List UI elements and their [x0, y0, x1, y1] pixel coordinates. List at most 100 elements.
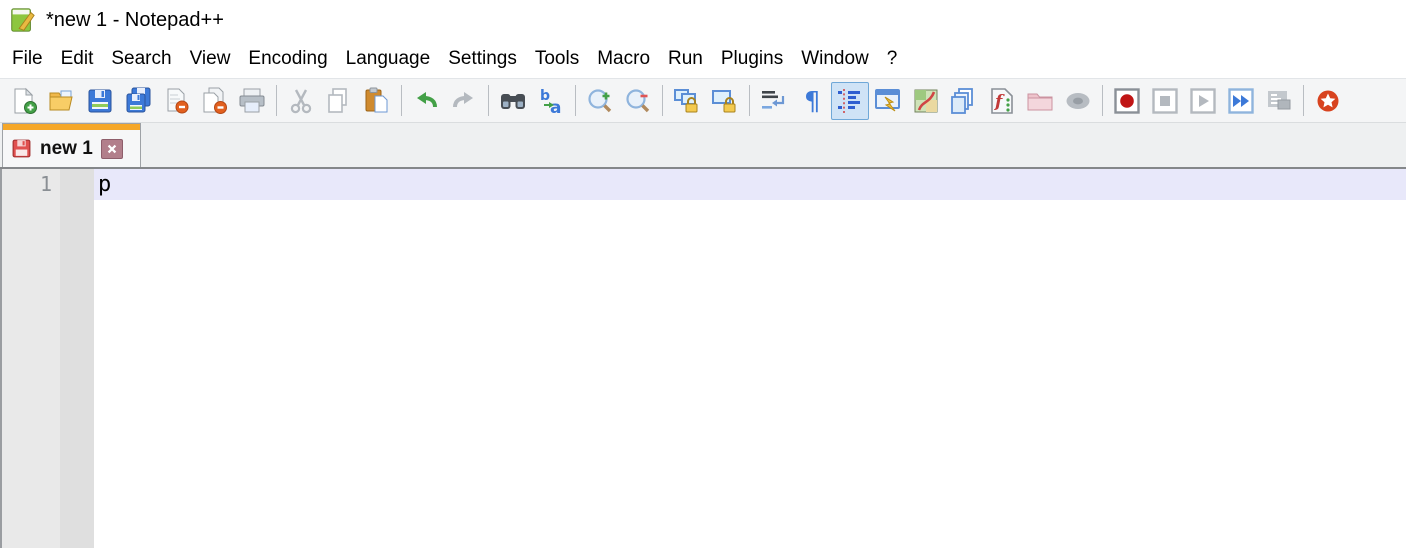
open-file-icon — [47, 86, 77, 116]
menu-bar: File Edit Search View Encoding Language … — [0, 40, 1406, 78]
document-list-button[interactable] — [945, 82, 983, 120]
menu-encoding[interactable]: Encoding — [239, 45, 336, 73]
find-icon — [498, 86, 528, 116]
menu-help[interactable]: ? — [878, 45, 907, 73]
paste-icon — [362, 86, 392, 116]
save-all-icon — [123, 86, 153, 116]
menu-edit[interactable]: Edit — [52, 45, 103, 73]
bookmark-fold-margin — [60, 169, 94, 548]
paste-button[interactable] — [358, 82, 396, 120]
toolbar-separator — [575, 85, 576, 116]
notepad-plus-plus-logo-icon — [8, 6, 36, 34]
new-file-icon — [9, 86, 39, 116]
unsaved-floppy-icon — [11, 138, 32, 159]
close-all-button[interactable] — [195, 82, 233, 120]
macro-run-multiple-button[interactable] — [1222, 82, 1260, 120]
sync-vertical-scroll-button[interactable] — [668, 82, 706, 120]
replace-button[interactable]: b a — [532, 82, 570, 120]
toolbar-separator — [749, 85, 750, 116]
replace-icon: b a — [536, 86, 566, 116]
zoom-in-button[interactable] — [581, 82, 619, 120]
menu-settings[interactable]: Settings — [439, 45, 526, 73]
menu-view[interactable]: View — [181, 45, 240, 73]
sync-vertical-scroll-icon — [672, 86, 702, 116]
toolbar: b a — [0, 78, 1406, 122]
toolbar-separator — [488, 85, 489, 116]
svg-text:b: b — [540, 88, 550, 104]
define-language-icon — [873, 86, 903, 116]
save-all-button[interactable] — [119, 82, 157, 120]
redo-button[interactable] — [445, 82, 483, 120]
line-number-margin: 1 — [2, 169, 60, 548]
close-file-icon — [161, 86, 191, 116]
svg-text:¶: ¶ — [804, 87, 821, 116]
document-map-button[interactable] — [907, 82, 945, 120]
menu-window[interactable]: Window — [792, 45, 878, 73]
current-line[interactable]: p — [94, 169, 1406, 200]
sync-horizontal-scroll-button[interactable] — [706, 82, 744, 120]
macro-record-button[interactable] — [1108, 82, 1146, 120]
menu-macro[interactable]: Macro — [588, 45, 659, 73]
plugin-star-icon — [1313, 86, 1343, 116]
window-title: *new 1 - Notepad++ — [46, 9, 224, 32]
editor-pane: 1 p — [0, 169, 1406, 548]
save-button[interactable] — [81, 82, 119, 120]
redo-icon — [449, 86, 479, 116]
monitoring-button[interactable] — [1059, 82, 1097, 120]
document-list-icon — [949, 86, 979, 116]
close-icon — [106, 143, 118, 155]
tab-close-button[interactable] — [101, 139, 123, 159]
folder-as-workspace-icon — [1025, 86, 1055, 116]
zoom-out-button[interactable] — [619, 82, 657, 120]
toolbar-separator — [276, 85, 277, 116]
new-file-button[interactable] — [5, 82, 43, 120]
toolbar-separator — [401, 85, 402, 116]
macro-play-button[interactable] — [1184, 82, 1222, 120]
find-button[interactable] — [494, 82, 532, 120]
menu-plugins[interactable]: Plugins — [712, 45, 792, 73]
toolbar-separator — [662, 85, 663, 116]
function-list-button[interactable]: f — [983, 82, 1021, 120]
menu-run[interactable]: Run — [659, 45, 712, 73]
zoom-in-icon — [585, 86, 615, 116]
open-file-button[interactable] — [43, 82, 81, 120]
cut-icon — [286, 86, 316, 116]
undo-button[interactable] — [407, 82, 445, 120]
tab-bar: new 1 — [0, 122, 1406, 169]
menu-tools[interactable]: Tools — [526, 45, 588, 73]
macro-record-icon — [1112, 86, 1142, 116]
function-list-icon: f — [987, 86, 1017, 116]
tab-new-1[interactable]: new 1 — [2, 123, 141, 167]
text-area[interactable]: p — [94, 169, 1406, 548]
line-number: 1 — [2, 169, 60, 200]
title-bar: *new 1 - Notepad++ — [0, 0, 1406, 40]
svg-text:a: a — [550, 98, 561, 116]
word-wrap-button[interactable] — [755, 82, 793, 120]
undo-icon — [411, 86, 441, 116]
plugin-star-button[interactable] — [1309, 82, 1347, 120]
show-all-characters-icon: ¶ — [797, 86, 827, 116]
zoom-out-icon — [623, 86, 653, 116]
print-icon — [237, 86, 267, 116]
show-indent-guide-icon — [835, 86, 865, 116]
cut-button[interactable] — [282, 82, 320, 120]
menu-search[interactable]: Search — [102, 45, 180, 73]
copy-button[interactable] — [320, 82, 358, 120]
save-icon — [85, 86, 115, 116]
show-indent-guide-button[interactable] — [831, 82, 869, 120]
macro-save-button[interactable] — [1260, 82, 1298, 120]
folder-as-workspace-button[interactable] — [1021, 82, 1059, 120]
close-all-icon — [199, 86, 229, 116]
define-language-button[interactable] — [869, 82, 907, 120]
word-wrap-icon — [759, 86, 789, 116]
show-all-characters-button[interactable]: ¶ — [793, 82, 831, 120]
menu-file[interactable]: File — [3, 45, 52, 73]
monitoring-icon — [1063, 86, 1093, 116]
macro-stop-button[interactable] — [1146, 82, 1184, 120]
macro-run-multiple-icon — [1226, 86, 1256, 116]
copy-icon — [324, 86, 354, 116]
print-button[interactable] — [233, 82, 271, 120]
active-tab-stripe — [3, 124, 140, 130]
close-file-button[interactable] — [157, 82, 195, 120]
menu-language[interactable]: Language — [337, 45, 440, 73]
